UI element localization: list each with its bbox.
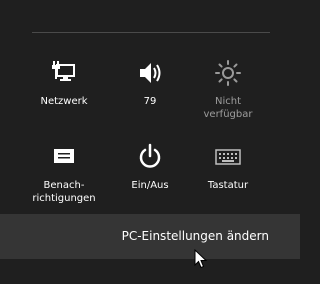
brightness-icon [212,57,244,89]
brightness-label: Nicht verfügbar [203,96,253,120]
volume-icon [134,57,166,89]
network-label: Netzwerk [40,96,88,107]
power-tile[interactable]: Ein/Aus [115,141,185,205]
notifications-label: Benach-richtigungen [32,180,96,204]
mouse-cursor-icon [194,248,208,269]
brightness-tile[interactable]: Nicht verfügbar [193,57,263,121]
divider [32,32,270,33]
settings-panel: Netzwerk 79 Nicht verfügbar Benach-richt… [0,0,300,284]
notifications-icon [48,141,80,173]
power-icon [134,141,166,173]
keyboard-icon [212,141,244,173]
change-pc-settings-link[interactable]: PC-Einstellungen ändern [0,214,300,259]
power-label: Ein/Aus [131,180,169,191]
volume-label: 79 [143,96,157,107]
notifications-tile[interactable]: Benach-richtigungen [29,141,99,205]
keyboard-tile[interactable]: Tastatur [193,141,263,205]
change-pc-settings-label: PC-Einstellungen ändern [121,229,269,243]
keyboard-label: Tastatur [207,180,249,191]
network-tile[interactable]: Netzwerk [29,57,99,121]
network-icon [48,57,80,89]
volume-tile[interactable]: 79 [115,57,185,121]
